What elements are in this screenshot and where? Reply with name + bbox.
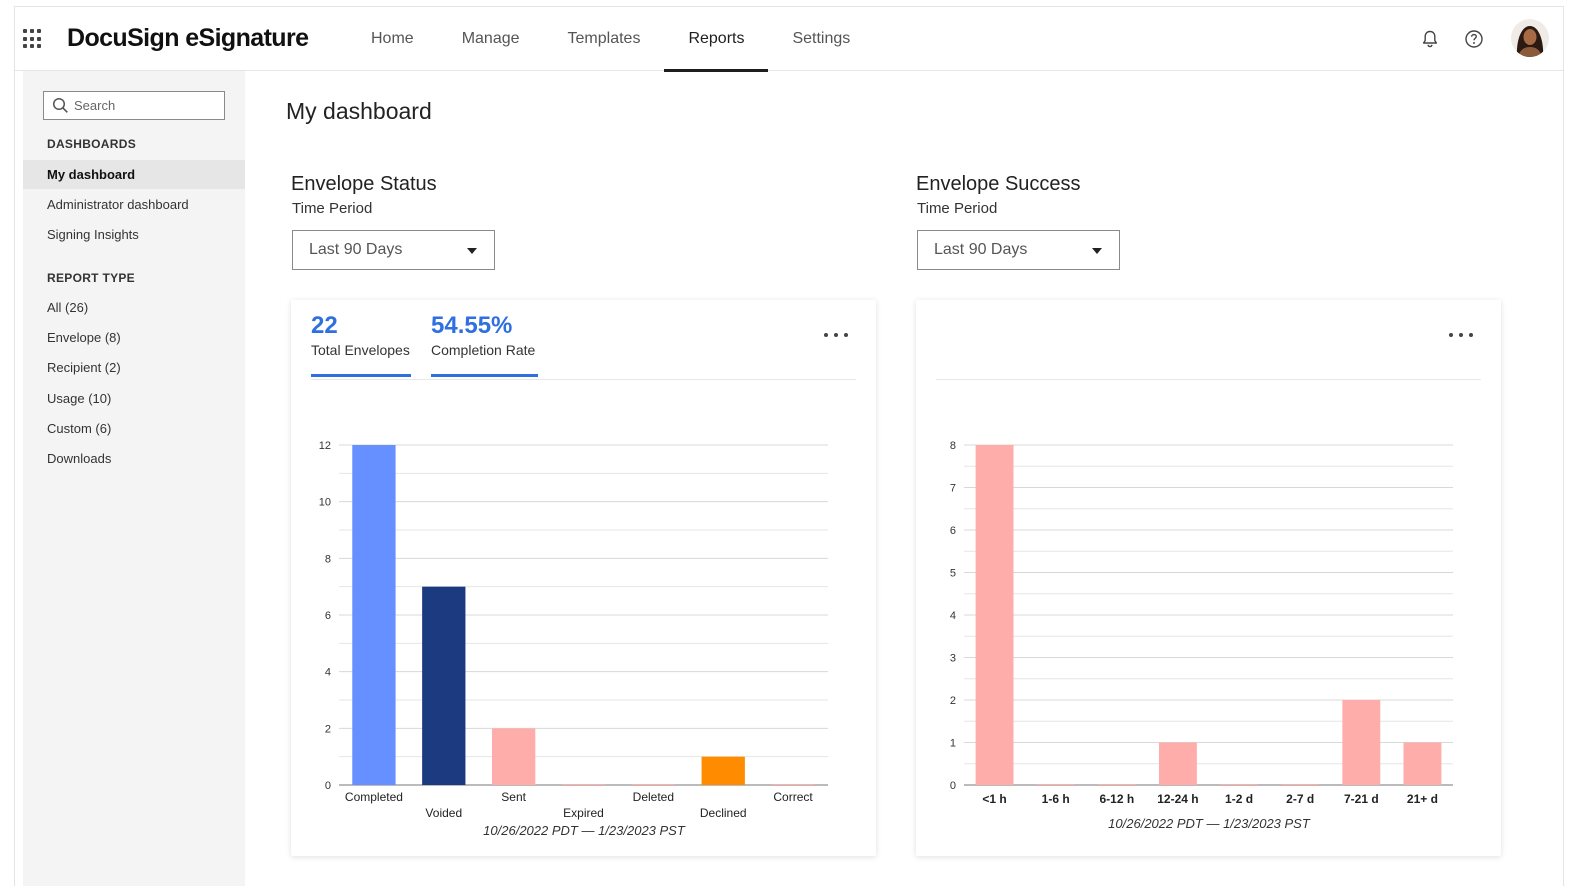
app-logo[interactable]: DocuSign eSignature [67, 24, 309, 53]
nav-settings[interactable]: Settings [768, 7, 874, 71]
avatar[interactable] [1511, 19, 1549, 57]
x-tick-label: Correct [773, 790, 813, 804]
x-tick-label: Voided [425, 806, 462, 820]
bar-7-21-d [1342, 700, 1381, 785]
nav-templates[interactable]: Templates [544, 7, 665, 71]
envelope-status-title: Envelope Status [291, 173, 437, 195]
bar-12-24-h [1158, 742, 1197, 785]
x-tick-label: Expired [563, 806, 604, 820]
envelope-success-title: Envelope Success [916, 173, 1081, 195]
y-tick-label: 0 [325, 780, 331, 792]
bar-1-2-d [1220, 784, 1259, 785]
x-tick-label: 1-6 h [1042, 792, 1070, 806]
y-tick-label: 4 [325, 667, 331, 679]
sidebar-item-recipient[interactable]: Recipient (2) [23, 353, 245, 382]
sidebar-item-envelope[interactable]: Envelope (8) [23, 323, 245, 352]
date-range-label: 10/26/2022 PDT — 1/23/2023 PST [1108, 816, 1311, 831]
y-tick-label: 12 [319, 440, 331, 452]
bar-2-7-d [1281, 784, 1320, 785]
sidebar-item-signing-insights[interactable]: Signing Insights [23, 220, 245, 249]
x-tick-label: 12-24 h [1157, 792, 1198, 806]
envelope-success-period-select[interactable]: Last 90 Days [917, 230, 1120, 270]
y-tick-label: 1 [950, 738, 956, 750]
x-tick-label: Completed [345, 790, 403, 804]
y-tick-label: 6 [950, 525, 956, 537]
envelope-success-chart: 0 1 2 3 4 5 6 7 8 <1 h 1-6 h 6-12 h 12-24 h 1-2 d 2-7 … [950, 440, 1453, 831]
x-tick-label: 2-7 d [1286, 792, 1314, 806]
nav-manage[interactable]: Manage [438, 7, 544, 71]
bar-1-6-h [1036, 784, 1075, 785]
bar-sent [491, 728, 536, 785]
y-tick-label: 4 [950, 610, 956, 622]
bar-21-d [1403, 742, 1442, 785]
x-tick-label: 21+ d [1407, 792, 1438, 806]
x-tick-label: Declined [700, 806, 747, 820]
bar-voided [422, 586, 466, 785]
y-tick-label: 6 [325, 610, 331, 622]
report-type-heading: REPORT TYPE [47, 271, 135, 285]
help-icon[interactable] [1464, 29, 1484, 49]
bell-icon[interactable] [1420, 29, 1440, 49]
bar--1-h [975, 445, 1014, 785]
x-tick-label: 7-21 d [1344, 792, 1379, 806]
top-bar: DocuSign eSignature Home Manage Template… [15, 7, 1563, 72]
bar-6-12-h [1097, 784, 1136, 785]
sidebar-item-downloads[interactable]: Downloads [23, 444, 245, 473]
nav-home[interactable]: Home [347, 7, 438, 71]
sidebar-item-my-dashboard[interactable]: My dashboard [23, 160, 245, 189]
y-tick-label: 3 [950, 653, 956, 665]
envelope-status-card: 22 Total Envelopes 54.55% Completion Rat… [291, 300, 876, 856]
envelope-status-period-value: Last 90 Days [309, 241, 403, 258]
y-tick-label: 5 [950, 568, 956, 580]
sidebar-item-usage[interactable]: Usage (10) [23, 384, 245, 413]
bar-correct [771, 784, 815, 785]
envelope-success-card: 0 1 2 3 4 5 6 7 8 <1 h 1-6 h 6-12 h 12-24 h 1-2 d 2-7 … [916, 300, 1501, 856]
sidebar-item-administrator-dashboard[interactable]: Administrator dashboard [23, 190, 245, 219]
y-tick-label: 10 [319, 497, 331, 509]
envelope-status-period-select[interactable]: Last 90 Days [292, 230, 495, 270]
y-tick-label: 2 [950, 695, 956, 707]
chevron-down-icon [1092, 248, 1102, 254]
bar-deleted [631, 784, 676, 785]
x-tick-label: Sent [501, 790, 526, 804]
sidebar-item-custom[interactable]: Custom (6) [23, 414, 245, 443]
y-tick-label: 7 [950, 483, 956, 495]
y-tick-label: 0 [950, 780, 956, 792]
chevron-down-icon [467, 248, 477, 254]
x-tick-label: <1 h [982, 792, 1006, 806]
y-tick-label: 2 [325, 723, 331, 735]
envelope-success-period-label: Time Period [917, 200, 998, 217]
bar-declined [701, 756, 745, 785]
envelope-status-chart: 0 2 4 6 8 10 12 Completed Voided Sent Expired Delet… [319, 440, 828, 838]
search-input[interactable] [43, 91, 225, 120]
envelope-status-period-label: Time Period [292, 200, 373, 217]
app-window: DocuSign eSignature Home Manage Template… [14, 6, 1564, 886]
page-title: My dashboard [286, 98, 432, 124]
bar-completed [352, 445, 396, 785]
date-range-label: 10/26/2022 PDT — 1/23/2023 PST [483, 823, 686, 838]
x-tick-label: Deleted [633, 790, 674, 804]
sidebar-item-all[interactable]: All (26) [23, 293, 245, 322]
y-tick-label: 8 [950, 440, 956, 452]
nav-reports[interactable]: Reports [664, 7, 769, 72]
dashboards-heading: DASHBOARDS [47, 137, 137, 151]
envelope-success-period-value: Last 90 Days [934, 241, 1028, 258]
x-tick-label: 1-2 d [1225, 792, 1253, 806]
bar-expired [561, 784, 606, 785]
y-tick-label: 8 [325, 553, 331, 565]
sidebar: DASHBOARDS My dashboard Administrator da… [23, 71, 245, 886]
main-nav: Home Manage Templates Reports Settings [347, 7, 874, 72]
x-tick-label: 6-12 h [1099, 792, 1134, 806]
waffle-icon[interactable] [23, 29, 43, 49]
